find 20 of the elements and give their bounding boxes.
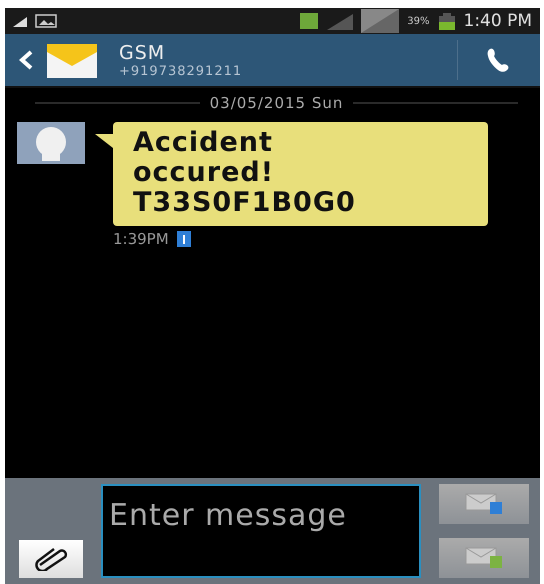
back-icon[interactable] xyxy=(19,49,33,71)
sim-icon xyxy=(299,12,320,30)
date-divider: 03/05/2015 Sun xyxy=(210,94,344,112)
phone-number: +919738291211 xyxy=(119,64,244,78)
paperclip-icon xyxy=(34,547,68,571)
clock-time: 1:40 PM xyxy=(464,11,532,31)
message-bubble: Accident occured! T33S0F1B0G0 xyxy=(113,122,488,226)
envelope-icon xyxy=(464,492,504,516)
sim-icon xyxy=(176,231,191,247)
send-button[interactable] xyxy=(439,484,529,524)
envelope-icon xyxy=(464,546,504,570)
image-icon xyxy=(35,14,57,28)
battery-icon xyxy=(438,12,456,30)
message-input[interactable]: Enter message xyxy=(101,484,421,578)
battery-percent: 39% xyxy=(407,16,430,26)
contact-name: GSM xyxy=(119,42,166,64)
avatar xyxy=(17,122,85,164)
message-time: 1:39PM xyxy=(113,230,169,248)
envelope-icon xyxy=(47,42,97,78)
attach-button[interactable] xyxy=(19,540,83,578)
